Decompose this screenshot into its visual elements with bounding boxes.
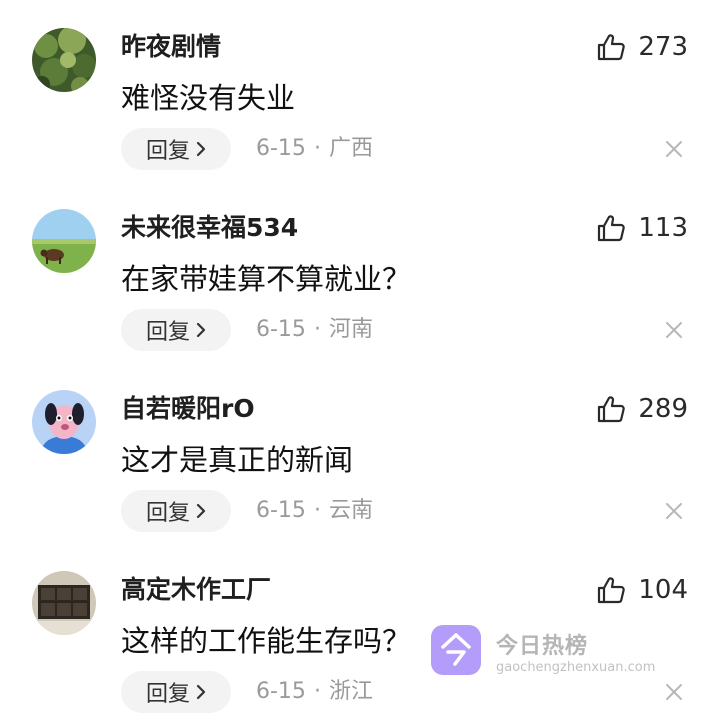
comment-date: 6-15 xyxy=(256,498,306,523)
like-button[interactable]: 273 xyxy=(596,30,688,64)
close-icon[interactable] xyxy=(664,501,684,521)
comment-text: 难怪没有失业 xyxy=(121,81,296,115)
comment-location: 浙江 xyxy=(328,679,373,704)
avatar[interactable] xyxy=(32,390,96,454)
like-button[interactable]: 104 xyxy=(596,573,688,607)
comment-item: 自若暖阳rO 这才是真正的新闻 289 回复 6-15 · 云南 xyxy=(0,362,716,543)
username[interactable]: 未来很幸福534 xyxy=(121,211,298,245)
chevron-right-icon xyxy=(196,503,206,519)
thumbs-up-icon xyxy=(598,215,626,242)
comment-meta: 6-15 · 云南 xyxy=(256,496,373,526)
chevron-right-icon xyxy=(196,141,206,157)
avatar[interactable] xyxy=(32,28,96,92)
like-count: 104 xyxy=(638,575,688,605)
comment-date: 6-15 xyxy=(256,679,306,704)
username[interactable]: 自若暖阳rO xyxy=(121,392,255,426)
comment-location: 广西 xyxy=(328,136,373,161)
close-icon[interactable] xyxy=(664,320,684,340)
like-count: 273 xyxy=(638,32,688,62)
reply-label: 回复 xyxy=(145,139,190,164)
chevron-right-icon xyxy=(196,684,206,700)
comment-meta: 6-15 · 河南 xyxy=(256,315,373,345)
meta-separator: · xyxy=(313,136,321,161)
thumbs-up-icon xyxy=(598,34,626,61)
close-icon[interactable] xyxy=(664,682,684,702)
thumbs-up-icon xyxy=(598,577,626,604)
comment-date: 6-15 xyxy=(256,317,306,342)
comment-location: 云南 xyxy=(328,498,373,523)
like-count: 113 xyxy=(638,213,688,243)
username[interactable]: 高定木作工厂 xyxy=(121,573,271,607)
watermark-url: gaochengzhenxuan.com xyxy=(496,660,656,675)
meta-separator: · xyxy=(313,498,321,523)
meta-separator: · xyxy=(313,317,321,342)
watermark: 今日热榜 gaochengzhenxuan.com xyxy=(430,624,690,680)
close-icon[interactable] xyxy=(664,139,684,159)
reply-button[interactable]: 回复 xyxy=(121,309,231,351)
reply-button[interactable]: 回复 xyxy=(121,490,231,532)
meta-separator: · xyxy=(313,679,321,704)
reply-button[interactable]: 回复 xyxy=(121,128,231,170)
comment-text: 在家带娃算不算就业？ xyxy=(121,262,412,296)
comment-text: 这才是真正的新闻 xyxy=(121,443,354,477)
comment-meta: 6-15 · 浙江 xyxy=(256,677,373,707)
like-button[interactable]: 113 xyxy=(596,211,688,245)
like-button[interactable]: 289 xyxy=(596,392,688,426)
comment-date: 6-15 xyxy=(256,136,306,161)
reply-button[interactable]: 回复 xyxy=(121,671,231,713)
reply-label: 回复 xyxy=(145,501,190,526)
avatar[interactable] xyxy=(32,209,96,273)
comment-meta: 6-15 · 广西 xyxy=(256,134,373,164)
watermark-logo-icon xyxy=(431,625,481,675)
chevron-right-icon xyxy=(196,322,206,338)
watermark-name: 今日热榜 xyxy=(496,634,589,659)
comment-item: 未来很幸福534 在家带娃算不算就业？ 113 回复 6-15 · 河南 xyxy=(0,181,716,362)
reply-label: 回复 xyxy=(145,320,190,345)
username[interactable]: 昨夜剧情 xyxy=(121,30,221,64)
comment-text: 这样的工作能生存吗？ xyxy=(121,624,412,658)
like-count: 289 xyxy=(638,394,688,424)
thumbs-up-icon xyxy=(598,396,626,423)
comment-item: 昨夜剧情 难怪没有失业 273 回复 6-15 · 广西 xyxy=(0,0,716,181)
reply-label: 回复 xyxy=(145,682,190,707)
comment-location: 河南 xyxy=(328,317,373,342)
avatar[interactable] xyxy=(32,571,96,635)
